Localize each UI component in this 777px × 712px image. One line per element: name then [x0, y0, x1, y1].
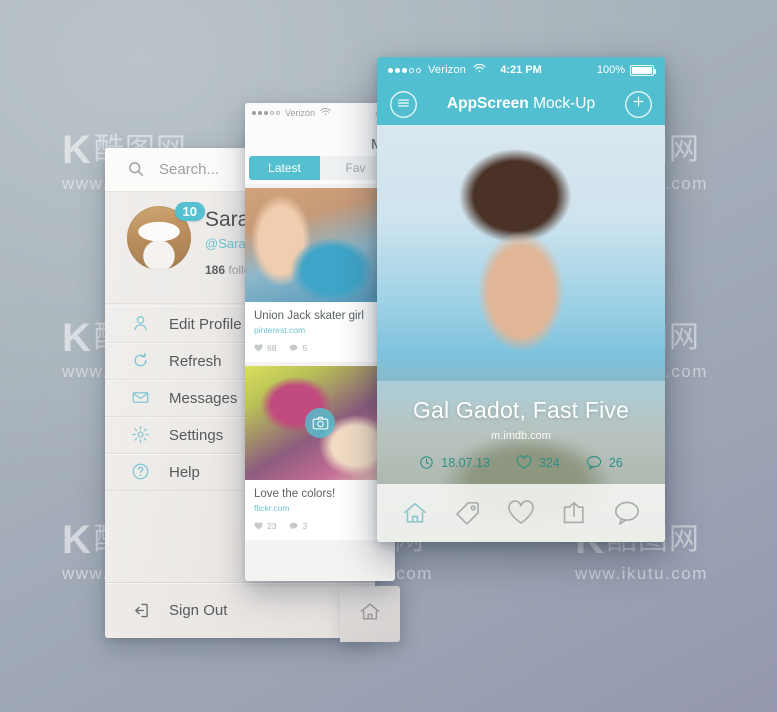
notification-badge: 10	[174, 202, 205, 221]
comment-icon	[290, 522, 298, 530]
app-title-light: Mock-Up	[528, 95, 596, 112]
menu-item-label: Edit Profile	[169, 315, 242, 333]
stat-likes: 324	[516, 455, 560, 470]
card-body: Union Jack skater girl pinterest.com 68 …	[245, 302, 395, 362]
camera-icon	[312, 416, 328, 430]
menu-item-label: Help	[169, 463, 200, 481]
card-thumbnail[interactable]	[245, 366, 395, 480]
phone-time-label: 4:21 PM	[500, 64, 542, 76]
tag-icon	[456, 502, 480, 525]
comment-icon	[586, 456, 601, 470]
home-tab-button[interactable]	[340, 586, 400, 642]
main-phone-panel: Verizon 4:21 PM 100% AppScreen Mock-Up G…	[377, 57, 665, 542]
add-button[interactable]	[625, 91, 652, 118]
toolbar-like-button[interactable]	[507, 499, 535, 527]
toolbar-tag-button[interactable]	[454, 499, 482, 527]
heart-icon	[516, 455, 532, 469]
feed-panel: Verizon 4:2 My Latest Fav Union Jack ska…	[245, 103, 395, 581]
gear-icon	[131, 425, 151, 445]
signal-dots-icon	[252, 110, 280, 115]
menu-item-label: Messages	[169, 389, 238, 407]
battery-icon	[630, 64, 656, 76]
card-likes: 68	[254, 343, 276, 353]
home-icon	[404, 502, 427, 523]
card-meta: 23 3	[254, 521, 386, 531]
phone-status-bar: Verizon 4:21 PM 100%	[377, 57, 665, 83]
stat-comments: 26	[586, 455, 623, 470]
phone-battery-area: 100%	[596, 64, 656, 76]
envelope-icon	[131, 388, 151, 408]
sign-out-label: Sign Out	[169, 602, 228, 619]
wifi-icon	[320, 107, 331, 118]
card-source[interactable]: pinterest.com	[254, 325, 386, 335]
comment-icon	[290, 344, 298, 352]
hero-section: Gal Gadot, Fast Five m.imdb.com 18.07.13…	[377, 125, 665, 542]
feed-carrier-label: Verizon	[285, 107, 316, 118]
heart-icon	[508, 500, 534, 524]
comment-icon	[614, 501, 639, 525]
toolbar-home-button[interactable]	[401, 499, 429, 527]
card-meta: 68 5	[254, 343, 386, 353]
watermark-logo-k: K	[62, 316, 91, 360]
caption-source[interactable]: m.imdb.com	[377, 430, 665, 442]
toolbar-comment-button[interactable]	[613, 499, 641, 527]
watermark-url: www.ikutu.com	[575, 564, 708, 583]
card-body: Love the colors! flickr.com 23 3	[245, 480, 395, 540]
stats-row: 18.07.13 324 26	[377, 455, 665, 470]
watermark-logo-k: K	[62, 128, 91, 172]
feed-card[interactable]: Love the colors! flickr.com 23 3	[245, 366, 395, 540]
hamburger-menu-icon	[397, 95, 410, 113]
app-title: AppScreen Mock-Up	[447, 95, 595, 113]
search-placeholder: Search...	[159, 161, 220, 178]
watermark-logo-k: K	[62, 518, 91, 562]
search-icon	[127, 160, 147, 180]
wifi-icon	[473, 63, 486, 76]
clock-icon	[420, 456, 434, 469]
menu-item-label: Settings	[169, 426, 224, 444]
menu-item-label: Refresh	[169, 352, 222, 370]
card-thumbnail[interactable]	[245, 188, 395, 302]
phone-carrier-label: Verizon	[428, 64, 467, 76]
caption-headline: Gal Gadot, Fast Five	[412, 397, 630, 423]
battery-percent-label: 100%	[596, 64, 625, 76]
card-title: Union Jack skater girl	[254, 310, 364, 322]
share-icon	[563, 501, 584, 524]
feed-card[interactable]: Union Jack skater girl pinterest.com 68 …	[245, 188, 395, 362]
card-title: Love the colors!	[254, 488, 336, 500]
question-circle-icon	[131, 462, 151, 482]
toolbar-share-button[interactable]	[560, 499, 588, 527]
refresh-icon	[131, 351, 151, 371]
signal-dots-icon	[388, 67, 421, 73]
heart-icon	[254, 522, 263, 530]
card-comments: 3	[289, 521, 307, 531]
plus-icon	[632, 95, 645, 113]
card-comments: 5	[289, 343, 307, 353]
phone-header: AppScreen Mock-Up	[377, 83, 665, 125]
camera-badge[interactable]	[305, 408, 335, 438]
heart-icon	[254, 344, 263, 352]
feed-tabs: Latest Fav	[245, 156, 395, 184]
home-icon	[358, 600, 382, 629]
caption-overlay: Gal Gadot, Fast Five m.imdb.com 18.07.13…	[377, 381, 665, 484]
card-source[interactable]: flickr.com	[254, 503, 386, 513]
user-icon	[131, 314, 151, 334]
bottom-toolbar	[377, 484, 665, 542]
sign-out-button[interactable]: Sign Out	[105, 582, 375, 638]
feed-title-bar: My	[245, 122, 395, 156]
exit-icon	[131, 601, 151, 621]
stat-date: 18.07.13	[419, 455, 490, 470]
feed-status-bar: Verizon 4:2	[245, 103, 395, 122]
app-title-bold: AppScreen	[446, 95, 529, 112]
card-likes: 23	[254, 521, 276, 531]
avatar-wrap[interactable]: 10	[127, 202, 205, 270]
tab-latest[interactable]: Latest	[249, 156, 320, 180]
followers-count: 186	[205, 263, 226, 277]
hamburger-menu-button[interactable]	[390, 91, 417, 118]
